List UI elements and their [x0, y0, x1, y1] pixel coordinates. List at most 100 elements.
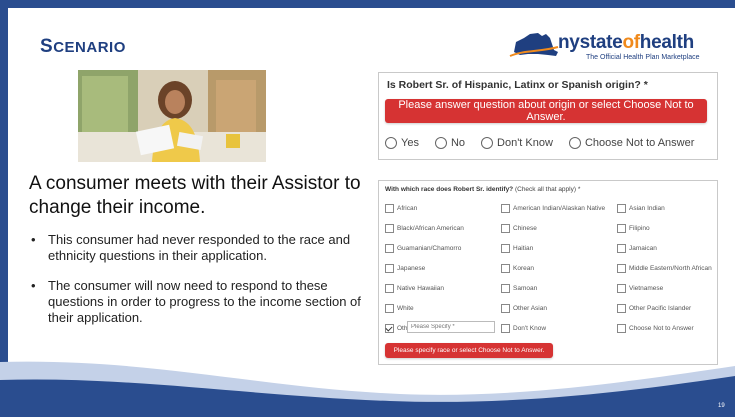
checkbox-label: Korean	[513, 265, 534, 272]
race-checkbox-japanese[interactable]: Japanese	[385, 264, 425, 273]
race-checkbox-american-indian-alaskan-native[interactable]: American Indian/Alaskan Native	[501, 204, 605, 213]
race-checkbox-native-hawaiian[interactable]: Native Hawaiian	[385, 284, 444, 293]
checkbox-icon[interactable]	[617, 324, 626, 333]
checkbox-icon[interactable]	[617, 264, 626, 273]
origin-question-label: Is Robert Sr. of Hispanic, Latinx or Spa…	[387, 79, 648, 91]
scenario-bullet-list: • This consumer had never responded to th…	[29, 232, 374, 340]
radio-circle-icon[interactable]	[434, 137, 447, 149]
slide-top-border	[0, 0, 735, 8]
checkbox-label: African	[397, 205, 418, 212]
bullet-text: This consumer had never responded to the…	[48, 232, 351, 263]
origin-error-button[interactable]: Please answer question about origin or s…	[385, 99, 707, 123]
checkbox-label: Choose Not to Answer	[629, 325, 694, 332]
bullet-dot-icon: •	[31, 278, 36, 293]
origin-radio-group: Yes No Don't Know Choose Not to Answer	[385, 135, 710, 151]
checkbox-icon[interactable]	[501, 224, 510, 233]
checkbox-icon[interactable]	[617, 304, 626, 313]
slide-title: SCENARIO	[40, 36, 126, 58]
nystateofhealth-logo: nystateofhealth The Official Health Plan…	[508, 28, 723, 66]
checkbox-icon[interactable]	[617, 224, 626, 233]
checkbox-label: Don't Know	[513, 325, 547, 332]
checkbox-label: Filipino	[629, 225, 650, 232]
race-checkbox-jamaican[interactable]: Jamaican	[617, 244, 657, 253]
checkbox-checked-icon[interactable]	[385, 324, 394, 333]
checkbox-icon[interactable]	[501, 264, 510, 273]
race-checkbox-asian-indian[interactable]: Asian Indian	[617, 204, 665, 213]
race-checkbox-black-african-american[interactable]: Black/African American	[385, 224, 464, 233]
checkbox-icon[interactable]	[385, 284, 394, 293]
race-checkbox-samoan[interactable]: Samoan	[501, 284, 537, 293]
checkbox-icon[interactable]	[617, 204, 626, 213]
logo-tagline: The Official Health Plan Marketplace	[586, 54, 700, 61]
title-rest: CENARIO	[53, 39, 126, 56]
checkbox-label: Other Pacific Islander	[629, 305, 692, 312]
checkbox-label: Asian Indian	[629, 205, 665, 212]
race-checkbox-white[interactable]: White	[385, 304, 414, 313]
title-initial: S	[40, 36, 54, 57]
checkbox-icon[interactable]	[385, 224, 394, 233]
origin-radio-yes[interactable]: Yes	[385, 137, 419, 149]
bullet-text: The consumer will now need to respond to…	[48, 278, 361, 325]
checkbox-label: Black/African American	[397, 225, 464, 232]
race-checkbox-don-t-know[interactable]: Don't Know	[501, 324, 546, 333]
radio-circle-icon[interactable]	[568, 137, 581, 149]
race-checkbox-chinese[interactable]: Chinese	[501, 224, 537, 233]
race-error-button[interactable]: Please specify race or select Choose Not…	[385, 343, 553, 358]
race-checkbox-choose-not-to-answer[interactable]: Choose Not to Answer	[617, 324, 694, 333]
checkbox-label: Haitian	[513, 245, 534, 252]
origin-radio-no[interactable]: No	[434, 137, 466, 149]
checkbox-label: Guamanian/Chamorro	[397, 245, 462, 252]
radio-circle-icon[interactable]	[481, 137, 494, 149]
checkbox-icon[interactable]	[617, 284, 626, 293]
checkbox-icon[interactable]	[385, 244, 394, 253]
origin-radio-dont-know[interactable]: Don't Know	[481, 137, 553, 149]
bullet-dot-icon: •	[31, 232, 36, 247]
checkbox-label: Jamaican	[629, 245, 657, 252]
page-number: 19	[718, 403, 725, 409]
origin-radio-choose-not-to-answer[interactable]: Choose Not to Answer	[568, 137, 695, 149]
logo-wordmark-part1: nystate	[558, 32, 623, 53]
checkbox-label: Chinese	[513, 225, 537, 232]
checkbox-icon[interactable]	[501, 304, 510, 313]
race-question-label: With which race does Robert Sr. identify…	[385, 186, 580, 193]
race-checkbox-korean[interactable]: Korean	[501, 264, 534, 273]
checkbox-icon[interactable]	[501, 324, 510, 333]
origin-question-panel: Is Robert Sr. of Hispanic, Latinx or Spa…	[378, 72, 718, 160]
checkbox-label: Middle Eastern/North African	[629, 265, 712, 272]
race-checkbox-filipino[interactable]: Filipino	[617, 224, 650, 233]
logo-wordmark-part2: of	[622, 32, 640, 53]
new-york-state-map-icon	[509, 33, 559, 57]
checkbox-icon[interactable]	[617, 244, 626, 253]
checkbox-icon[interactable]	[501, 204, 510, 213]
race-question-panel: With which race does Robert Sr. identify…	[378, 180, 718, 365]
race-checkbox-haitian[interactable]: Haitian	[501, 244, 533, 253]
race-checkbox-vietnamese[interactable]: Vietnamese	[617, 284, 663, 293]
checkbox-label: American Indian/Alaskan Native	[513, 205, 606, 212]
consumer-photo	[78, 70, 266, 162]
checkbox-icon[interactable]	[385, 204, 394, 213]
radio-label: Choose Not to Answer	[584, 137, 695, 149]
radio-label: Don't Know	[497, 137, 553, 149]
radio-circle-icon[interactable]	[385, 137, 397, 149]
race-question-hint: (Check all that apply) *	[513, 186, 581, 193]
checkbox-icon[interactable]	[385, 264, 394, 273]
checkbox-label: Vietnamese	[629, 285, 664, 292]
checkbox-label: Other Asian	[513, 305, 547, 312]
logo-wordmark-part3: health	[639, 32, 694, 53]
checkbox-icon[interactable]	[385, 304, 394, 313]
bullet-item: • This consumer had never responded to th…	[29, 232, 374, 264]
radio-label: No	[450, 137, 466, 149]
race-checkbox-other-pacific-islander[interactable]: Other Pacific Islander	[617, 304, 691, 313]
race-question-text: With which race does Robert Sr. identify…	[385, 186, 514, 193]
race-checkbox-other-asian[interactable]: Other Asian	[501, 304, 547, 313]
checkbox-icon[interactable]	[501, 244, 510, 253]
checkbox-label: Samoan	[513, 285, 538, 292]
other-specify-input[interactable]	[407, 321, 495, 333]
radio-label: Yes	[401, 137, 419, 149]
race-checkbox-guamanian-chamorro[interactable]: Guamanian/Chamorro	[385, 244, 461, 253]
race-checkbox-african[interactable]: African	[385, 204, 417, 213]
race-checkbox-middle-eastern-north-african[interactable]: Middle Eastern/North African	[617, 264, 712, 273]
checkbox-label: White	[397, 305, 414, 312]
bullet-item: • The consumer will now need to respond t…	[29, 278, 374, 326]
checkbox-icon[interactable]	[501, 284, 510, 293]
